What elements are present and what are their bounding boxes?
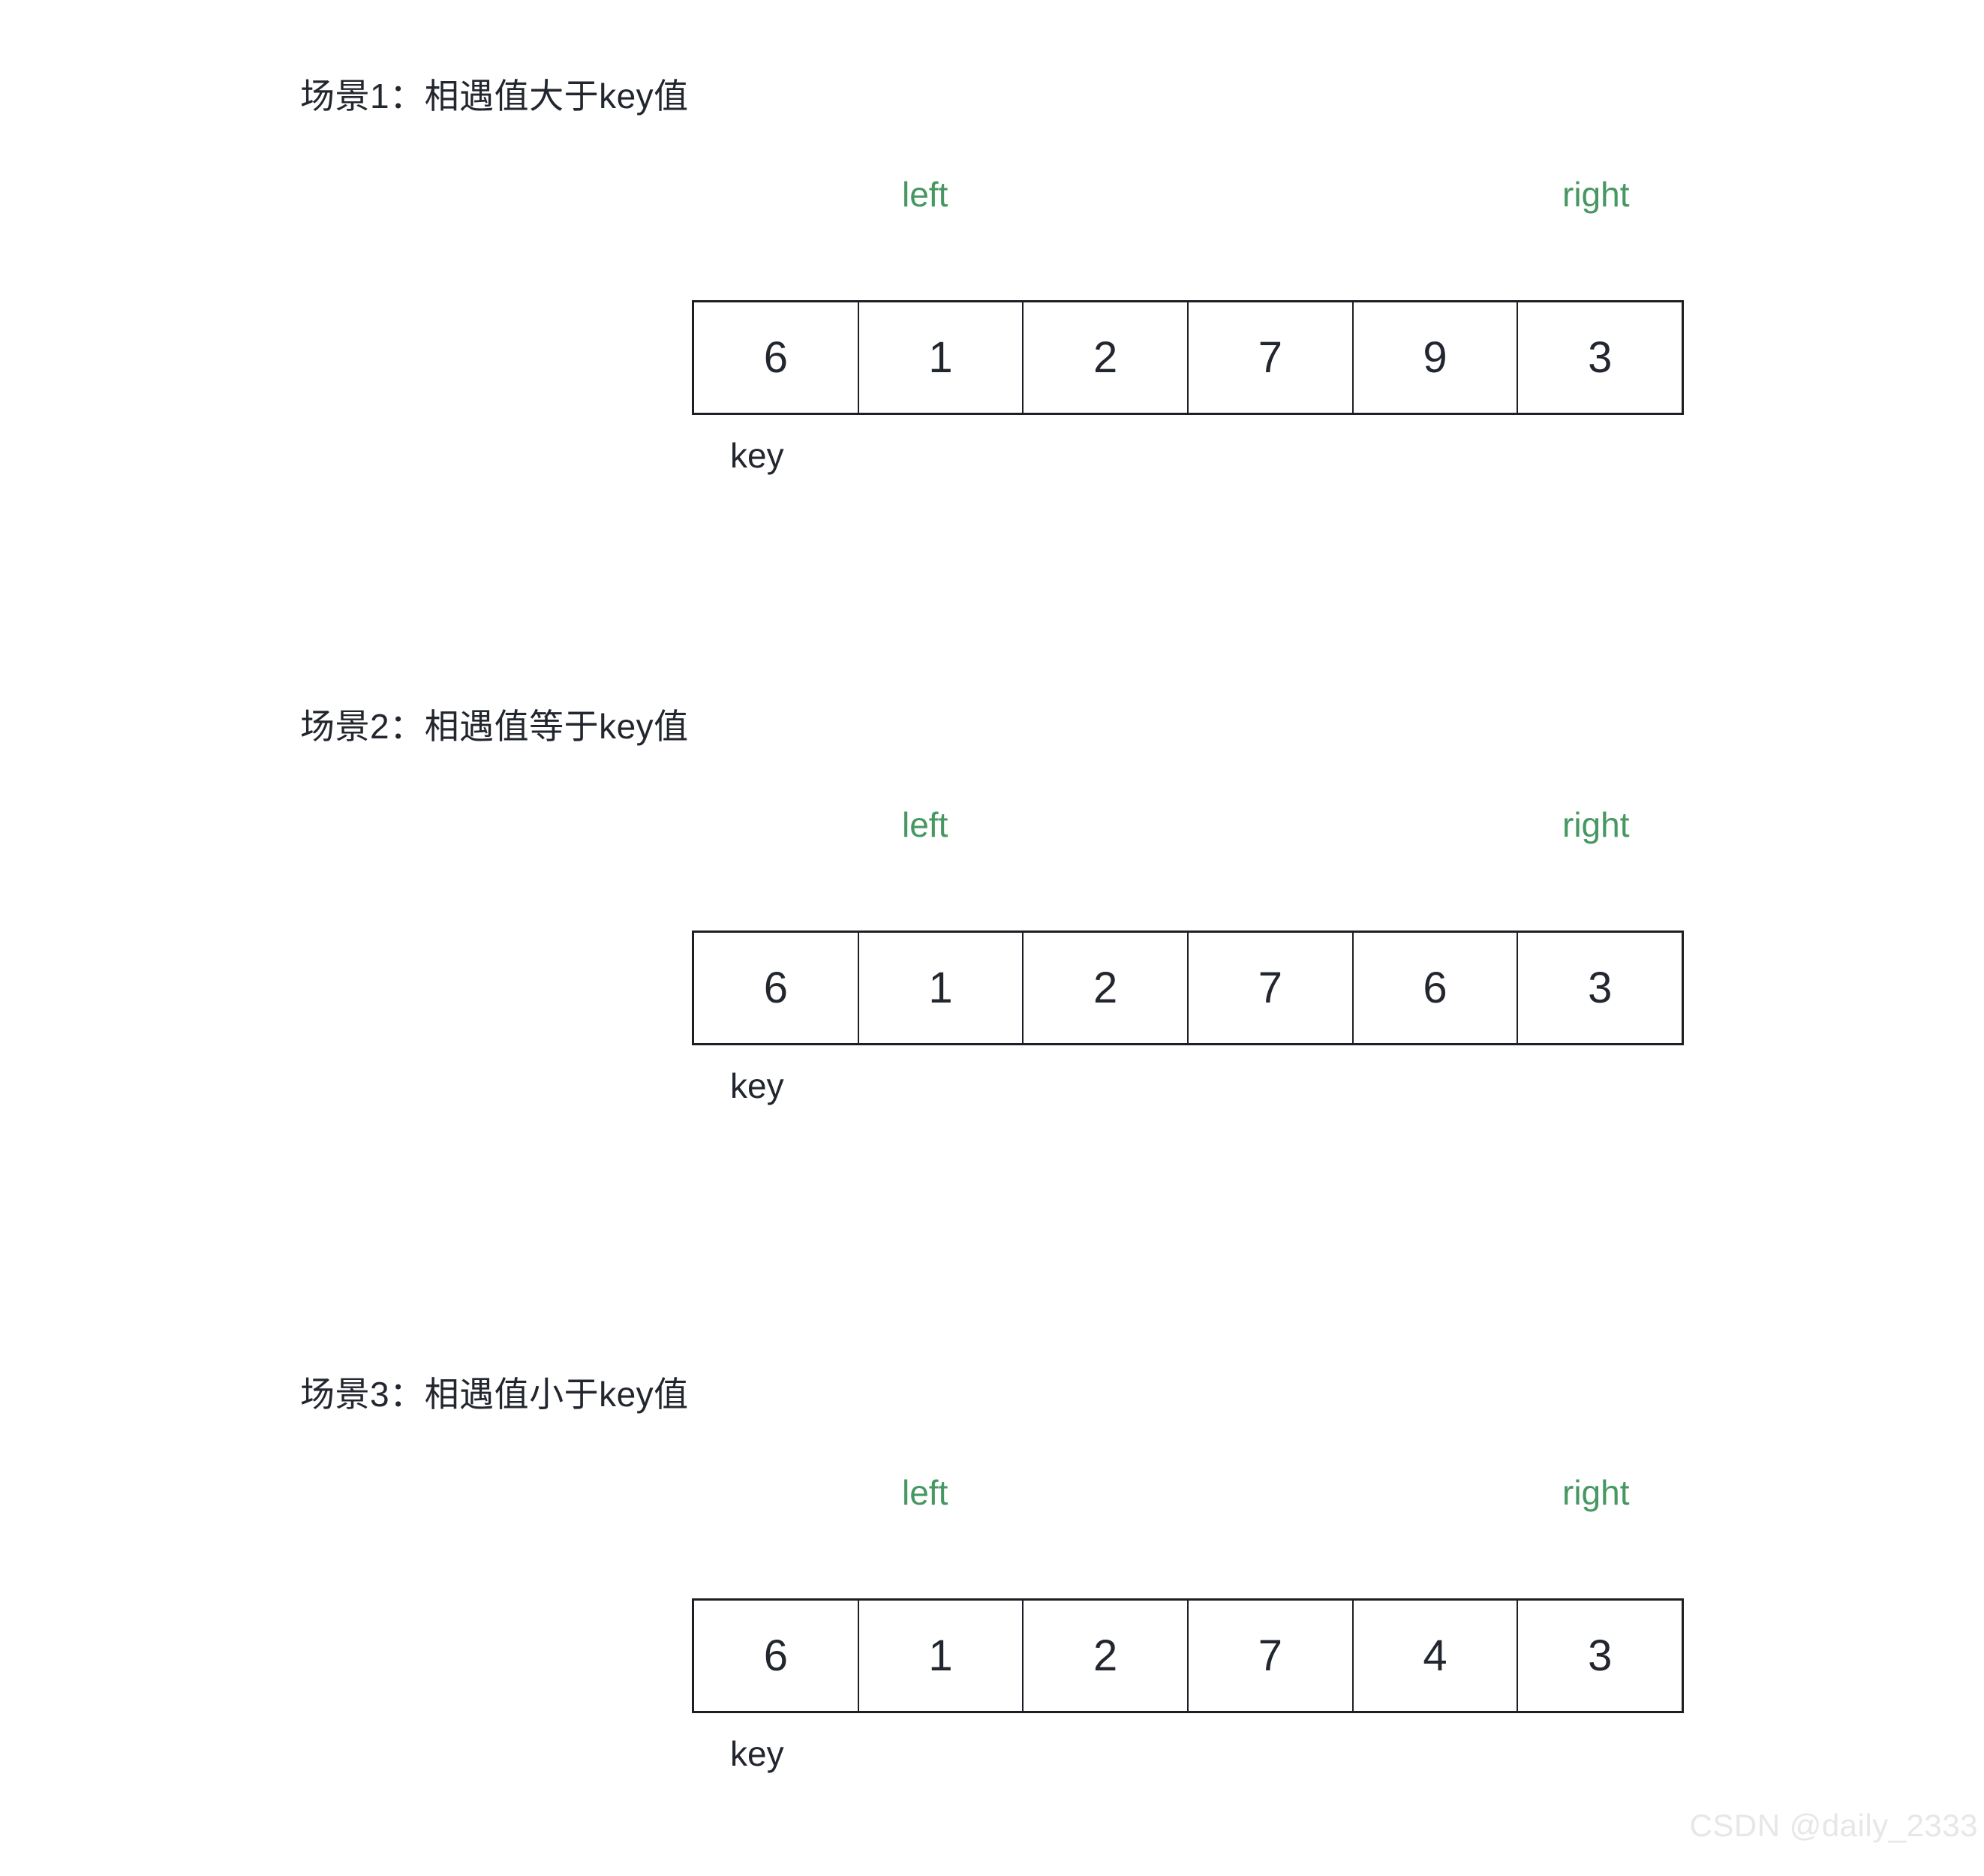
array-table: 6 1 2 7 9 3 bbox=[692, 300, 1684, 415]
scenario-title: 场景2：相遇值等于key值 bbox=[300, 707, 689, 746]
array-cell: 3 bbox=[1518, 1601, 1682, 1711]
array-cell: 6 bbox=[694, 1601, 859, 1711]
array-cell: 3 bbox=[1518, 302, 1682, 413]
array-cell: 7 bbox=[1189, 933, 1354, 1043]
array-cell: 6 bbox=[694, 302, 859, 413]
scenario-title: 场景1：相遇值大于key值 bbox=[300, 77, 689, 116]
array-cell: 6 bbox=[694, 933, 859, 1043]
array-cell: 9 bbox=[1353, 302, 1519, 413]
array-cell: 7 bbox=[1189, 302, 1354, 413]
array-table: 6 1 2 7 4 3 bbox=[692, 1598, 1684, 1713]
array-cell: 2 bbox=[1024, 933, 1189, 1043]
array-cell: 1 bbox=[858, 1601, 1024, 1711]
right-pointer-label: right bbox=[1562, 175, 1630, 214]
left-pointer-label: left bbox=[902, 175, 948, 214]
key-label: key bbox=[730, 436, 784, 475]
right-pointer-label: right bbox=[1562, 805, 1630, 844]
array-cell: 3 bbox=[1518, 933, 1682, 1043]
left-pointer-label: left bbox=[902, 1473, 948, 1512]
array-cell: 7 bbox=[1189, 1601, 1354, 1711]
left-pointer-label: left bbox=[902, 805, 948, 844]
array-cell: 4 bbox=[1353, 1601, 1519, 1711]
array-table: 6 1 2 7 6 3 bbox=[692, 930, 1684, 1045]
array-cell: 1 bbox=[858, 302, 1024, 413]
csdn-watermark: CSDN @daily_2333 bbox=[1689, 1808, 1978, 1843]
key-label: key bbox=[730, 1734, 784, 1773]
array-cell: 1 bbox=[858, 933, 1024, 1043]
array-cell: 2 bbox=[1024, 302, 1189, 413]
array-cell: 6 bbox=[1353, 933, 1519, 1043]
right-pointer-label: right bbox=[1562, 1473, 1630, 1512]
diagram-canvas: 场景1：相遇值大于key值 left right 6 1 2 7 9 3 key… bbox=[0, 0, 1984, 1876]
scenario-title: 场景3：相遇值小于key值 bbox=[300, 1375, 689, 1414]
key-label: key bbox=[730, 1066, 784, 1105]
array-cell: 2 bbox=[1024, 1601, 1189, 1711]
